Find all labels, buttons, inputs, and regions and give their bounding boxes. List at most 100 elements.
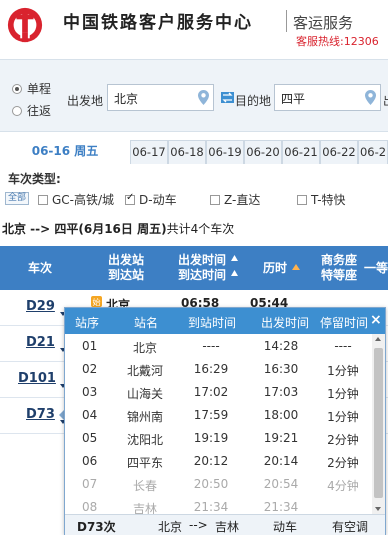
radio-dot-icon bbox=[12, 84, 22, 94]
from-input[interactable]: 北京 bbox=[107, 84, 214, 111]
col-first-class: 一等 bbox=[364, 261, 388, 275]
stop-seq: 07 bbox=[82, 477, 98, 491]
footer-ac: 有空调 bbox=[332, 520, 369, 534]
checkbox-icon bbox=[297, 195, 307, 205]
result-summary: 北京 --> 四平(6月16日 周五)共计4个车次 bbox=[2, 220, 234, 237]
stop-name: 山海关 bbox=[126, 387, 163, 401]
filter-gc-label: GC-高铁/城 bbox=[52, 193, 115, 207]
close-icon[interactable]: × bbox=[370, 312, 382, 328]
sort-up-icon[interactable] bbox=[231, 255, 238, 261]
stop-stay: 2分钟 bbox=[327, 433, 359, 447]
stop-depart: 21:34 bbox=[263, 500, 299, 514]
stop-depart: 14:28 bbox=[263, 339, 299, 353]
location-pin-icon[interactable] bbox=[365, 90, 376, 105]
date-tab[interactable]: 06-22 bbox=[320, 140, 358, 164]
stop-name: 长春 bbox=[132, 479, 157, 493]
train-code[interactable]: D29 bbox=[26, 299, 55, 314]
list-item: 06 四平东 20:12 20:14 2分钟 bbox=[65, 450, 373, 473]
popup-scrollbar[interactable] bbox=[372, 334, 385, 514]
stop-seq: 04 bbox=[82, 408, 98, 422]
date-tab-active[interactable]: 06-16 周五 bbox=[0, 138, 130, 164]
filter-z[interactable]: Z-直达 bbox=[210, 191, 260, 208]
scroll-down-icon[interactable] bbox=[375, 507, 381, 511]
col-time-2[interactable]: 到达时间 bbox=[174, 268, 230, 283]
stop-arrive: 20:50 bbox=[193, 477, 229, 491]
results-table-header: 车次 出发站 到达站 出发时间 到达时间 历时 商务座 特等座 一等 bbox=[0, 246, 388, 290]
date-tab[interactable]: 06-20 bbox=[244, 140, 282, 164]
from-label: 出发地 bbox=[67, 94, 104, 108]
date-tab[interactable]: 06-17 bbox=[130, 140, 168, 164]
stop-arrive: 21:34 bbox=[193, 500, 229, 514]
summary-count: 共计4个车次 bbox=[166, 222, 235, 236]
checkbox-icon bbox=[210, 195, 220, 205]
stop-seq: 08 bbox=[82, 500, 98, 514]
stop-arrive: 19:19 bbox=[193, 431, 229, 445]
date-tab[interactable]: 06-19 bbox=[206, 140, 244, 164]
stop-seq: 02 bbox=[82, 362, 98, 376]
filter-z-label: Z-直达 bbox=[224, 193, 261, 207]
date-tabs: 06-16 周五 06-17 06-18 06-19 06-20 06-21 0… bbox=[0, 138, 388, 164]
footer-to: 吉林 bbox=[215, 520, 240, 534]
checkbox-icon bbox=[38, 195, 48, 205]
popup-footer: D73次 北京 --> 吉林 动车 有空调 bbox=[65, 514, 385, 535]
to-input[interactable]: 四平 bbox=[274, 84, 381, 111]
from-value: 北京 bbox=[114, 92, 139, 106]
search-bar: 单程 往返 出发地 北京 目的地 四平 出 bbox=[0, 59, 388, 132]
stop-seq: 01 bbox=[82, 339, 98, 353]
site-header: 中国铁路客户服务中心 客运服务 客服热线:12306 bbox=[0, 0, 388, 50]
scroll-thumb[interactable] bbox=[374, 348, 383, 498]
hotline-text: 客服热线:12306 bbox=[296, 35, 379, 48]
train-code[interactable]: D21 bbox=[26, 335, 55, 350]
list-item: 04 锦州南 17:59 18:00 1分钟 bbox=[65, 404, 373, 427]
train-code[interactable]: D101 bbox=[18, 371, 56, 386]
list-item: 07 长春 20:50 20:54 4分钟 bbox=[65, 473, 373, 496]
footer-train: D73次 bbox=[77, 520, 116, 534]
swap-icon[interactable] bbox=[221, 92, 234, 103]
stop-arrive: 20:12 bbox=[193, 454, 229, 468]
location-pin-icon[interactable] bbox=[198, 90, 209, 105]
stop-depart: 20:14 bbox=[263, 454, 299, 468]
stop-stay: 1分钟 bbox=[327, 387, 359, 401]
col-train[interactable]: 车次 bbox=[20, 261, 60, 276]
list-item: 02 北戴河 16:29 16:30 1分钟 bbox=[65, 358, 373, 381]
sort-up-icon[interactable] bbox=[231, 270, 238, 276]
popup-col-depart: 出发时间 bbox=[261, 316, 310, 330]
brand-subtitle: 客运服务 bbox=[293, 14, 354, 32]
filter-d[interactable]: D-动车 bbox=[125, 191, 177, 208]
stop-arrive: 17:02 bbox=[193, 385, 229, 399]
popup-col-stay: 停留时间 bbox=[320, 316, 369, 330]
date-label-cut: 出 bbox=[383, 92, 388, 109]
filter-gc[interactable]: GC-高铁/城 bbox=[38, 191, 114, 208]
radio-round-trip[interactable]: 往返 bbox=[12, 102, 51, 119]
radio-round-trip-label: 往返 bbox=[27, 104, 52, 118]
col-station-1: 出发站 bbox=[107, 253, 144, 267]
date-tab[interactable]: 06-18 bbox=[168, 140, 206, 164]
col-duration[interactable]: 历时 bbox=[258, 261, 292, 276]
footer-type: 动车 bbox=[273, 520, 298, 534]
popup-col-name: 站名 bbox=[134, 316, 159, 330]
stop-arrive: ---- bbox=[202, 339, 220, 353]
to-value: 四平 bbox=[281, 92, 306, 106]
date-tab[interactable]: 06-2 bbox=[358, 140, 388, 164]
stop-seq: 06 bbox=[82, 454, 98, 468]
stop-name: 北戴河 bbox=[126, 364, 163, 378]
date-tab[interactable]: 06-21 bbox=[282, 140, 320, 164]
stop-stay: 1分钟 bbox=[327, 410, 359, 424]
radio-one-way[interactable]: 单程 bbox=[12, 80, 51, 97]
sort-up-icon[interactable] bbox=[292, 264, 300, 270]
train-code[interactable]: D73 bbox=[26, 407, 55, 422]
brand-divider bbox=[286, 10, 287, 32]
col-business-1: 商务座 bbox=[320, 253, 357, 267]
col-time-1[interactable]: 出发时间 bbox=[174, 253, 230, 268]
stop-stay: 1分钟 bbox=[327, 364, 359, 378]
scroll-up-icon[interactable] bbox=[375, 337, 381, 341]
svg-text:始: 始 bbox=[93, 297, 101, 307]
summary-date: (6月16日 周五) bbox=[78, 222, 167, 236]
stop-depart: 18:00 bbox=[263, 408, 299, 422]
stop-stay: 2分钟 bbox=[327, 456, 359, 470]
start-station-icon: 始 bbox=[91, 296, 102, 307]
filter-t[interactable]: T-特快 bbox=[297, 191, 346, 208]
col-business-2: 特等座 bbox=[320, 268, 357, 282]
popup-col-arrive: 到站时间 bbox=[188, 316, 237, 330]
select-all-button[interactable]: 全部 bbox=[5, 192, 29, 205]
